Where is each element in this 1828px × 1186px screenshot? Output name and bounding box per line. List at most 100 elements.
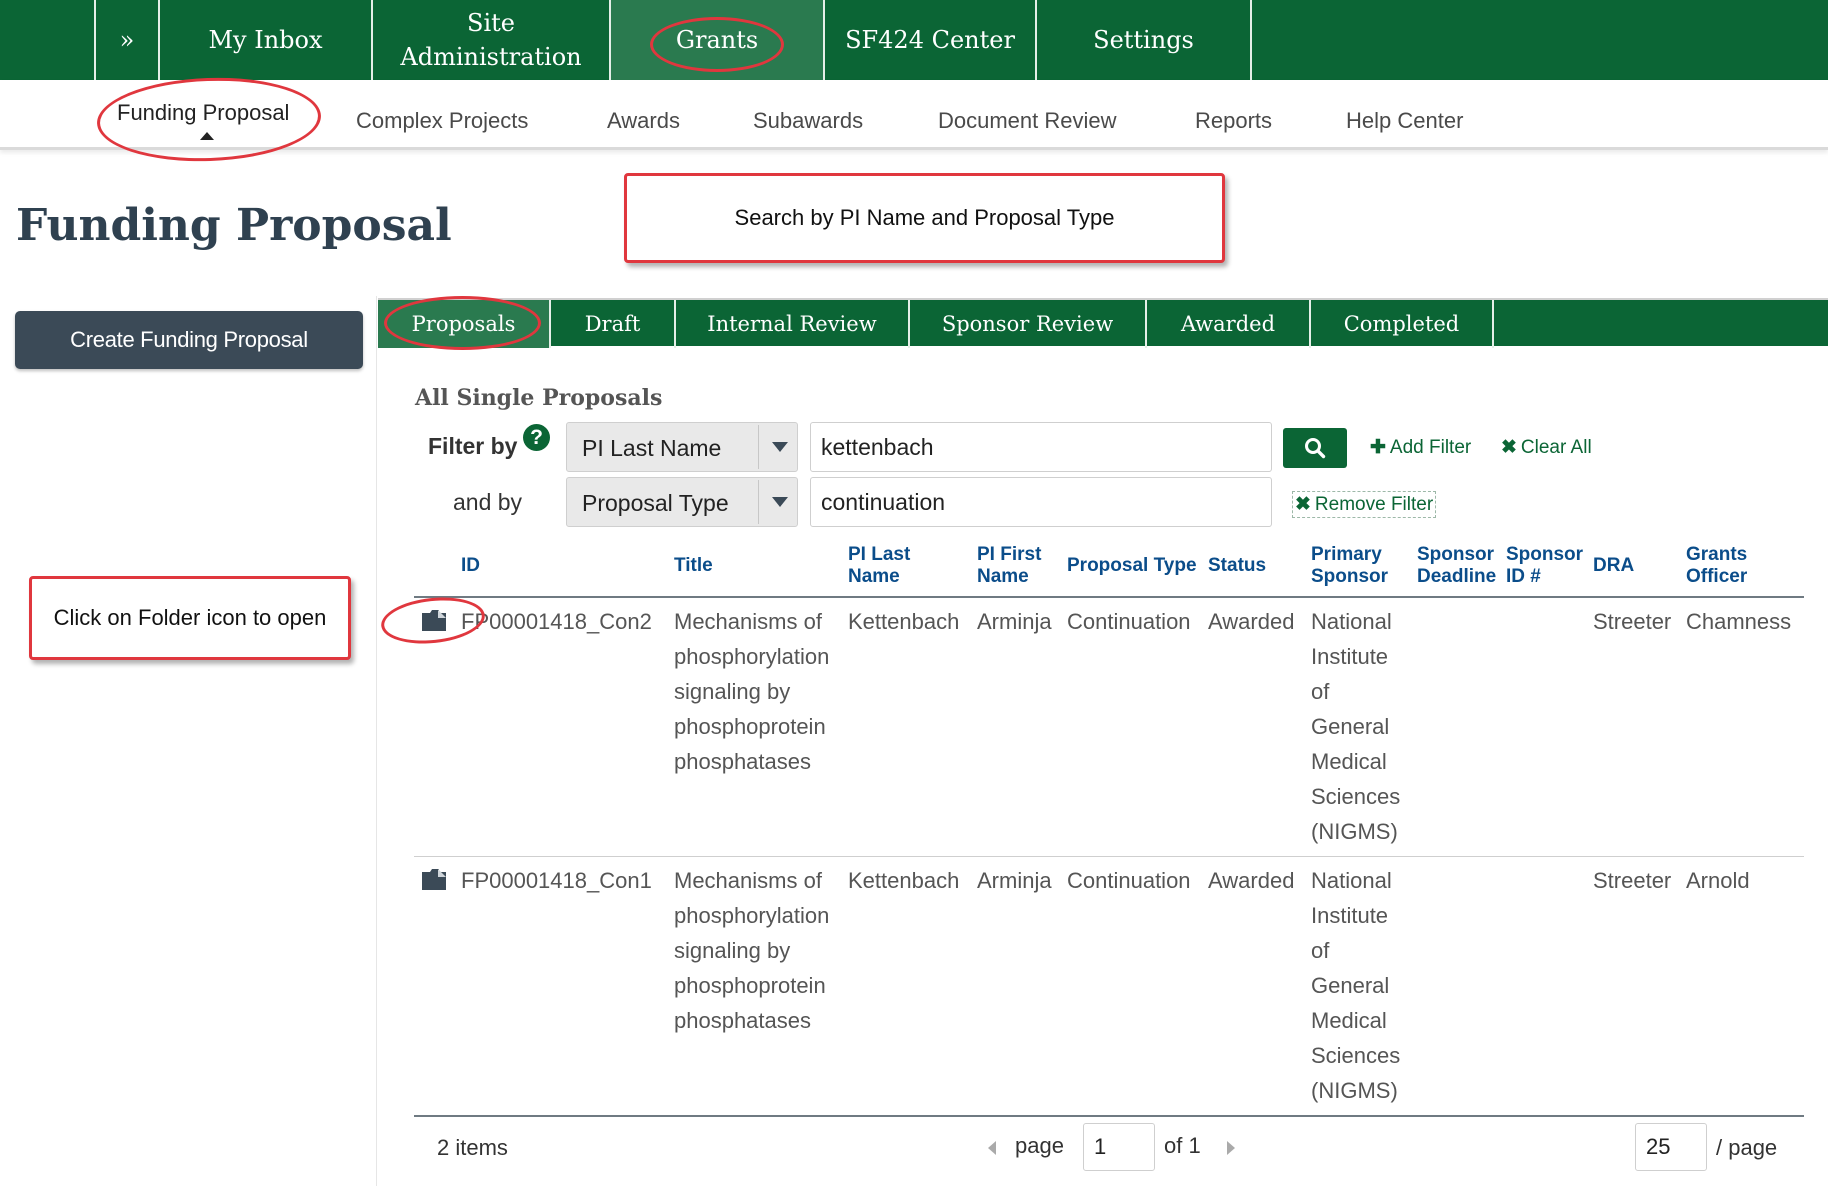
nav-item-my-inbox[interactable]: My Inbox xyxy=(160,0,373,80)
cell-line: National xyxy=(1311,609,1392,634)
remove-filter-link[interactable]: ✖ Remove Filter xyxy=(1292,491,1437,518)
column-header-primary-sponsor[interactable]: Primary Sponsor xyxy=(1311,544,1388,588)
nav-toggle-button[interactable]: » xyxy=(94,0,160,80)
header-line: Deadline xyxy=(1417,566,1497,587)
subnav-item-reports[interactable]: Reports xyxy=(1195,108,1272,134)
triangle-left-icon[interactable] xyxy=(988,1141,996,1155)
nav-item-sf424-center[interactable]: SF424 Center xyxy=(825,0,1037,80)
cell-id[interactable]: FP00001418_Con1 xyxy=(461,863,652,898)
subnav-item-subawards[interactable]: Subawards xyxy=(753,108,863,134)
column-divider xyxy=(376,296,377,1186)
tab-draft[interactable]: Draft xyxy=(551,300,676,348)
tab-internal-review[interactable]: Internal Review xyxy=(676,300,910,348)
column-header-title[interactable]: Title xyxy=(674,555,713,577)
column-header-proposal-type[interactable]: Proposal Type xyxy=(1067,555,1197,577)
items-count: 2 items xyxy=(437,1135,508,1160)
column-header-id[interactable]: ID xyxy=(461,555,480,577)
clear-all-link[interactable]: ✖ Clear All xyxy=(1501,436,1592,459)
cell-line: phosphorylation xyxy=(674,903,830,928)
cell-pi-first-name: Arminja xyxy=(977,868,1052,893)
plus-icon: ✚ xyxy=(1370,437,1386,458)
page-number-input[interactable] xyxy=(1083,1123,1155,1171)
subnav-item-complex-projects[interactable]: Complex Projects xyxy=(356,108,528,134)
tab-sponsor-review[interactable]: Sponsor Review xyxy=(910,300,1147,348)
tab-awarded[interactable]: Awarded xyxy=(1147,300,1311,348)
cell-line: Medical xyxy=(1311,1008,1387,1033)
column-header-grants-officer[interactable]: Grants Officer xyxy=(1686,544,1747,588)
cell-status: Awarded xyxy=(1208,868,1295,893)
selected-field: PI Last Name xyxy=(582,435,722,461)
filter-value-input-2[interactable] xyxy=(810,477,1272,527)
header-rule xyxy=(414,596,1804,598)
filter-field-select-2[interactable]: Proposal Type xyxy=(566,477,798,527)
cell-id[interactable]: FP00001418_Con2 xyxy=(461,604,652,639)
cell-line: (NIGMS) xyxy=(1311,819,1398,844)
remove-filter-label: Remove Filter xyxy=(1314,494,1434,515)
column-header-sponsor-id[interactable]: Sponsor ID # xyxy=(1506,544,1583,588)
cell-line: of xyxy=(1311,938,1330,963)
header-line: Sponsor xyxy=(1506,544,1584,565)
cell-line: Mechanisms of xyxy=(674,609,822,634)
cell-line: Institute xyxy=(1311,644,1389,669)
cell-status: Awarded xyxy=(1208,609,1295,634)
cell-line: phosphatases xyxy=(674,749,811,774)
subnav-item-awards[interactable]: Awards xyxy=(607,108,680,134)
column-header-sponsor-deadline[interactable]: Sponsor Deadline xyxy=(1417,544,1496,588)
cell-grants-officer: Arnold xyxy=(1686,868,1750,893)
highlight-ellipse-folder-icon xyxy=(378,592,488,649)
page-of-label: of 1 xyxy=(1164,1133,1201,1158)
nav-item-settings[interactable]: Settings xyxy=(1037,0,1252,80)
cell-line: phosphoprotein xyxy=(674,714,826,739)
cell-line: signaling by xyxy=(674,938,791,963)
cell-dra: Streeter xyxy=(1593,609,1672,634)
cell-line: of xyxy=(1311,679,1330,704)
page-label: page xyxy=(1015,1133,1064,1158)
tab-label: Internal Review xyxy=(707,312,877,336)
cell-line: General xyxy=(1311,714,1390,739)
table-bottom-rule xyxy=(414,1115,1804,1117)
clear-all-label: Clear All xyxy=(1520,437,1592,458)
tab-label: Sponsor Review xyxy=(941,312,1114,336)
cell-proposal-type: Continuation xyxy=(1067,868,1191,893)
x-icon: ✖ xyxy=(1501,437,1517,458)
column-header-dra[interactable]: DRA xyxy=(1593,555,1634,577)
cell-dra: Streeter xyxy=(1593,868,1672,893)
search-button[interactable] xyxy=(1283,428,1347,468)
cell-line: phosphoprotein xyxy=(674,973,826,998)
cell-line: (NIGMS) xyxy=(1311,1078,1398,1103)
cell-pi-first-name: Arminja xyxy=(977,609,1052,634)
dropdown-arrow-icon xyxy=(772,497,788,507)
cell-primary-sponsor: National Institute of General Medical Sc… xyxy=(1311,604,1400,849)
cell-line: Institute xyxy=(1311,903,1389,928)
subnav-item-document-review[interactable]: Document Review xyxy=(938,108,1117,134)
subnav-item-help-center[interactable]: Help Center xyxy=(1346,108,1463,134)
folder-icon[interactable] xyxy=(421,867,447,891)
column-header-pi-last-name[interactable]: PI Last Name xyxy=(848,544,910,588)
x-icon: ✖ xyxy=(1295,494,1311,515)
column-header-pi-first-name[interactable]: PI First Name xyxy=(977,544,1041,588)
create-funding-proposal-button[interactable]: Create Funding Proposal xyxy=(15,311,363,369)
cell-title: Mechanisms of phosphorylation signaling … xyxy=(674,863,829,1038)
question-circle-icon[interactable]: ? xyxy=(523,424,550,451)
cell-pi-last-name: Kettenbach xyxy=(848,609,960,634)
dropdown-arrow-icon xyxy=(772,442,788,452)
highlight-ellipse-proposals-tab xyxy=(384,296,541,350)
cell-line: phosphorylation xyxy=(674,644,830,669)
column-header-status[interactable]: Status xyxy=(1208,555,1266,577)
header-line: PI Last xyxy=(848,544,911,565)
add-filter-link[interactable]: ✚ Add Filter xyxy=(1370,436,1471,459)
nav-item-site-administration[interactable]: Site Administration xyxy=(373,0,611,80)
triangle-right-icon[interactable] xyxy=(1227,1141,1235,1155)
cell-line: signaling by xyxy=(674,679,791,704)
page-size-input[interactable] xyxy=(1635,1123,1707,1171)
select-divider xyxy=(758,425,759,469)
annotation-search-note: Search by PI Name and Proposal Type xyxy=(624,173,1225,263)
filter-value-input-1[interactable] xyxy=(810,422,1272,472)
cell-grants-officer: Chamness xyxy=(1686,609,1792,634)
cell-title: Mechanisms of phosphorylation signaling … xyxy=(674,604,829,779)
filter-field-select-1[interactable]: PI Last Name xyxy=(566,422,798,472)
tab-label: Completed xyxy=(1343,312,1460,336)
select-divider xyxy=(758,480,759,524)
nav-item-label: My Inbox xyxy=(208,26,323,54)
tab-completed[interactable]: Completed xyxy=(1311,300,1494,348)
